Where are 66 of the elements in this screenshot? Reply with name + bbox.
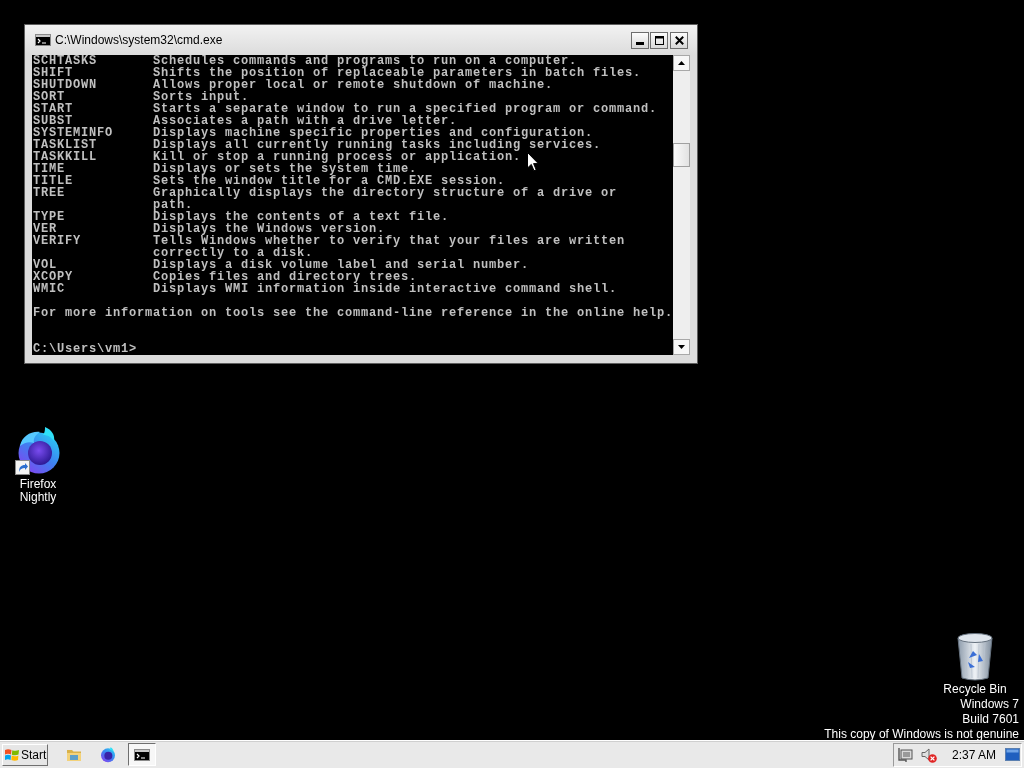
desktop-icon-label[interactable]: Firefox Nightly [2,478,74,504]
command-name: VER [33,223,57,235]
command-name: SHUTDOWN [33,79,97,91]
scroll-thumb[interactable] [673,143,690,167]
browser-icon [100,746,116,763]
window-title: C:\Windows\system32\cmd.exe [55,33,223,47]
console-icon [35,34,51,46]
command-description: Displays WMI information inside interactive command shell. [153,283,618,295]
desktop-icon-label[interactable]: Recycle Bin [939,683,1011,696]
command-description: Copies files and directory trees. [153,271,418,283]
windows-flag-icon [5,747,19,762]
command-name: TITLE [33,175,73,187]
close-icon [674,35,684,45]
command-name: START [33,103,73,115]
command-description: Sorts input. [153,91,249,103]
command-description: Allows proper local or remote shutdown of machine. [153,79,554,91]
command-name: TASKLIST [33,139,97,151]
network-icon[interactable] [896,746,913,763]
command-description: Displays all currently running tasks including services. [153,139,602,151]
command-name: XCOPY [33,271,73,283]
up-arrow-icon [678,61,685,65]
scroll-up-button[interactable] [673,55,690,71]
command-description: Graphically displays the directory structure of a drive or path. [153,187,618,211]
mouse-pointer-icon [527,152,539,172]
command-description: Schedules commands and programs to run on a computer. [153,55,578,67]
scroll-down-button[interactable] [673,339,690,355]
maximize-icon [654,35,664,45]
command-description: Tells Windows whether to verify that your files are written correctly to a disk. [153,235,626,259]
command-description: Displays or sets the system time. [153,163,418,175]
speaker-x-icon[interactable] [920,746,937,763]
help-footer-text: For more information on tools see the command-line reference in the online help. [33,307,674,319]
command-name: TIME [33,163,65,175]
desktop-notice-text: This copy of Windows is not genuine [824,727,1019,740]
command-name: WMIC [33,283,65,295]
close-button[interactable] [670,31,688,49]
command-name: VERIFY [33,235,81,250]
command-prompt: C:\Users\vm1> [33,343,137,355]
down-arrow-icon [678,345,685,349]
command-name: SHIFT [33,67,73,79]
command-description: Displays the Windows version. [153,223,386,235]
command-description: Shifts the position of replaceable parameters in batch files. [153,67,642,79]
clock-text[interactable]: 2:37 AM [951,747,996,762]
command-name: TYPE [33,211,65,223]
command-description: Associates a path with a drive letter. [153,115,458,127]
command-name: SCHTASKS [33,55,97,67]
start-button[interactable]: Start [2,743,48,766]
command-description: Displays the contents of a text file. [153,211,450,223]
command-name: TREE [33,187,65,202]
desktop-notice-text: Windows 7 [960,697,1019,712]
minimize-button[interactable] [631,31,649,49]
command-name: VOL [33,259,57,271]
desktop-notice-text: Build 7601 [962,712,1019,727]
command-name: SUBST [33,115,73,127]
command-description: Sets the window title for a CMD.EXE session. [153,175,506,187]
command-description: Displays a disk volume label and serial number. [153,259,530,271]
command-description: Kill or stop a running process or application. [153,151,522,163]
minimize-icon [636,41,644,45]
taskbar-button[interactable] [128,743,156,766]
trash-bin-icon[interactable] [955,632,995,682]
console-icon [134,748,150,761]
command-description: Displays machine specific properties and configuration. [153,127,594,139]
command-name: TASKKILL [33,151,97,163]
command-name: SYSTEMINFO [33,127,113,139]
command-description: Starts a separate window to run a specified program or command. [153,103,658,115]
command-name: SORT [33,91,65,103]
maximize-button[interactable] [650,31,668,49]
